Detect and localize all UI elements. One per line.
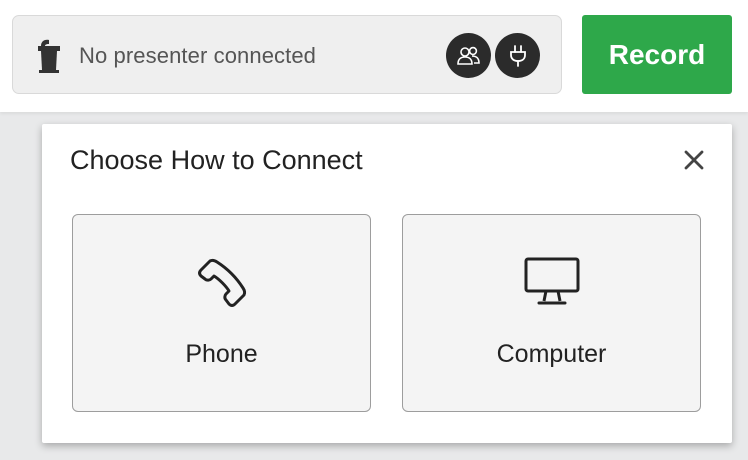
podium-icon [38, 39, 60, 73]
connect-button[interactable] [495, 33, 540, 78]
panel-title: Choose How to Connect [70, 145, 363, 175]
computer-option-label: Computer [496, 340, 607, 368]
top-bar: No presenter connected Record [0, 0, 748, 112]
computer-option-button[interactable]: Computer [402, 214, 701, 412]
phone-option-button[interactable]: Phone [72, 214, 371, 412]
record-button[interactable]: Record [582, 15, 732, 94]
connect-panel: Choose How to Connect Phone Computer [42, 124, 732, 443]
presenter-status-text: No presenter connected [79, 43, 317, 68]
phone-icon [197, 258, 246, 307]
phone-option-label: Phone [185, 340, 258, 368]
people-icon [456, 46, 480, 65]
plug-icon [509, 44, 526, 67]
monitor-icon [524, 257, 579, 305]
close-icon[interactable] [682, 148, 706, 172]
participants-button[interactable] [446, 33, 491, 78]
presenter-status-box: No presenter connected [12, 15, 562, 94]
